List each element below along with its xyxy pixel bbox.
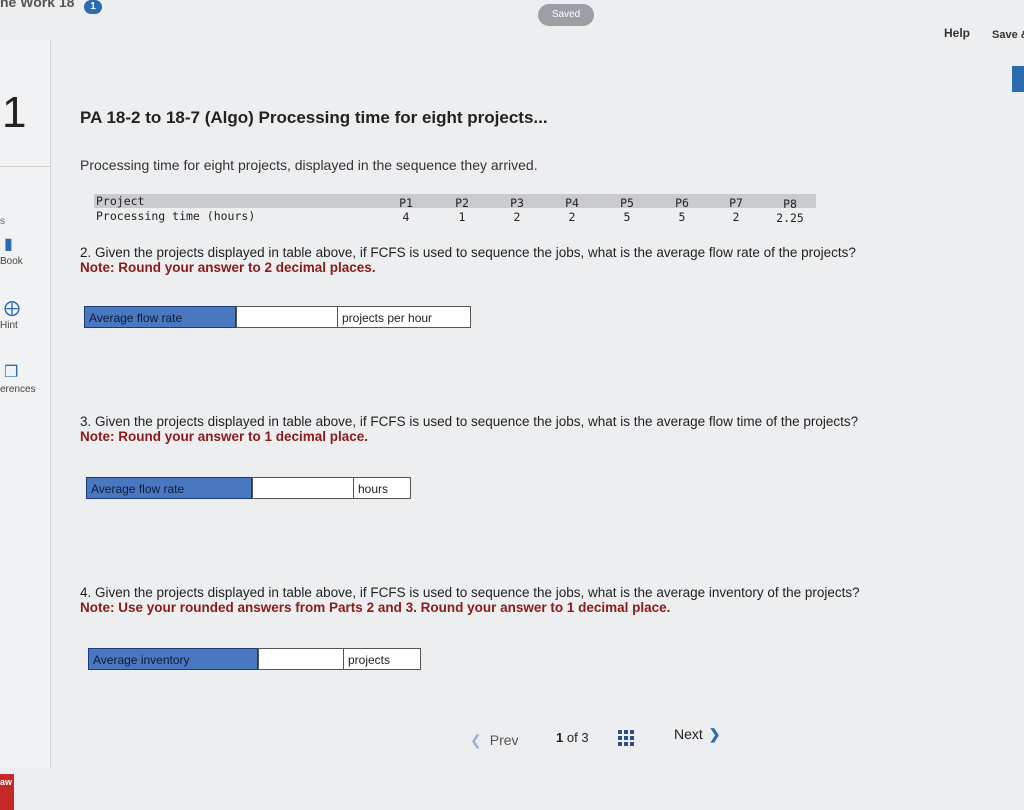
answer-row-2: Average flow rate projects per hour: [84, 306, 471, 328]
answer-row-3: Average flow rate hours: [86, 477, 411, 499]
project-cell: P4: [565, 196, 579, 210]
time-cell: 5: [678, 210, 686, 224]
save-exit-button[interactable]: Save &: [992, 29, 1024, 41]
project-cell: P1: [399, 196, 413, 210]
sidebar-item-book[interactable]: ▮ Book: [0, 234, 50, 267]
question-number: 1: [2, 88, 27, 137]
answer-4-unit: projects: [344, 648, 421, 670]
processing-time-table: Project Processing time (hours) P1 P2 P3…: [94, 194, 816, 230]
question-3-text: 3. Given the projects displayed in table…: [80, 414, 859, 429]
total-pages: 3: [581, 730, 589, 745]
sidebar-item-hint[interactable]: ⨁ Hint: [0, 298, 50, 331]
problem-intro: Processing time for eight projects, disp…: [80, 157, 538, 173]
answer-3-label: Average flow rate: [86, 477, 252, 499]
chevron-left-icon: ❮: [470, 732, 482, 748]
project-cell: P8: [783, 197, 797, 211]
grid-icon[interactable]: [618, 730, 634, 746]
project-cell: P6: [675, 196, 689, 210]
average-flow-time-input[interactable]: [252, 477, 354, 499]
next-label: Next: [674, 726, 703, 742]
side-tab[interactable]: [1012, 66, 1024, 92]
question-2-text: 2. Given the projects displayed in table…: [80, 245, 856, 260]
answer-3-unit: hours: [354, 477, 411, 499]
problem-title: PA 18-2 to 18-7 (Algo) Processing time f…: [80, 108, 548, 127]
project-cell: P5: [620, 196, 634, 210]
question-2: 2. Given the projects displayed in table…: [80, 245, 856, 275]
time-cell: 2: [732, 210, 740, 224]
sidebar-item-references[interactable]: ❐ erences: [0, 362, 50, 395]
table-row-label: Processing time (hours): [96, 209, 256, 223]
question-4: 4. Given the projects displayed in table…: [80, 585, 860, 615]
sidebar-item-label: erences: [0, 384, 36, 395]
publisher-logo: aw: [0, 774, 14, 810]
question-3: 3. Given the projects displayed in table…: [80, 414, 858, 444]
hint-icon: ⨁: [4, 300, 20, 317]
sidebar-item-label: Book: [0, 256, 23, 267]
answer-row-4: Average inventory projects: [88, 648, 421, 670]
sidebar-item-label: Hint: [0, 320, 18, 331]
page-indicator: 1 of 3: [556, 730, 589, 745]
question-4-note: Note: Use your rounded answers from Part…: [80, 600, 671, 615]
time-cell: 4: [402, 210, 410, 224]
time-cell: 1: [458, 210, 466, 224]
prev-label: Prev: [489, 732, 519, 748]
question-4-text: 4. Given the projects displayed in table…: [80, 585, 860, 600]
points-label: s: [0, 216, 5, 227]
average-inventory-input[interactable]: [258, 648, 344, 670]
saved-status-badge: Saved: [538, 4, 594, 26]
project-cell: P7: [729, 196, 743, 210]
divider: [0, 166, 50, 167]
question-2-note: Note: Round your answer to 2 decimal pla…: [80, 260, 376, 275]
time-cell: 2.25: [776, 211, 804, 225]
assignment-badge: 1: [84, 0, 102, 14]
question-3-note: Note: Round your answer to 1 decimal pla…: [80, 429, 369, 444]
book-icon: ▮: [4, 236, 13, 253]
prev-button[interactable]: ❮ Prev: [470, 732, 519, 749]
of-label: of: [566, 730, 578, 745]
table-row-label: Project: [96, 194, 145, 208]
top-bar: ne Work 18 1 Saved Help Save &: [0, 0, 1024, 92]
answer-2-label: Average flow rate: [84, 306, 236, 328]
project-cell: P2: [455, 196, 469, 210]
answer-2-unit: projects per hour: [338, 306, 471, 328]
references-icon: ❐: [4, 364, 19, 381]
chevron-right-icon: ❯: [708, 726, 721, 742]
pagination: ❮ Prev 1 of 3 Next ❯: [466, 718, 746, 758]
time-cell: 2: [568, 210, 576, 224]
assignment-title: ne Work 18: [0, 0, 75, 10]
average-flow-rate-input[interactable]: [236, 306, 338, 328]
current-page: 1: [556, 730, 564, 745]
help-button[interactable]: Help: [944, 26, 970, 40]
project-cell: P3: [510, 196, 524, 210]
time-cell: 2: [513, 210, 521, 224]
answer-4-label: Average inventory: [88, 648, 258, 670]
time-cell: 5: [623, 210, 631, 224]
sidebar: 1 s ▮ Book ⨁ Hint ❐ erences aw: [0, 40, 51, 810]
next-button[interactable]: Next ❯: [674, 726, 721, 743]
